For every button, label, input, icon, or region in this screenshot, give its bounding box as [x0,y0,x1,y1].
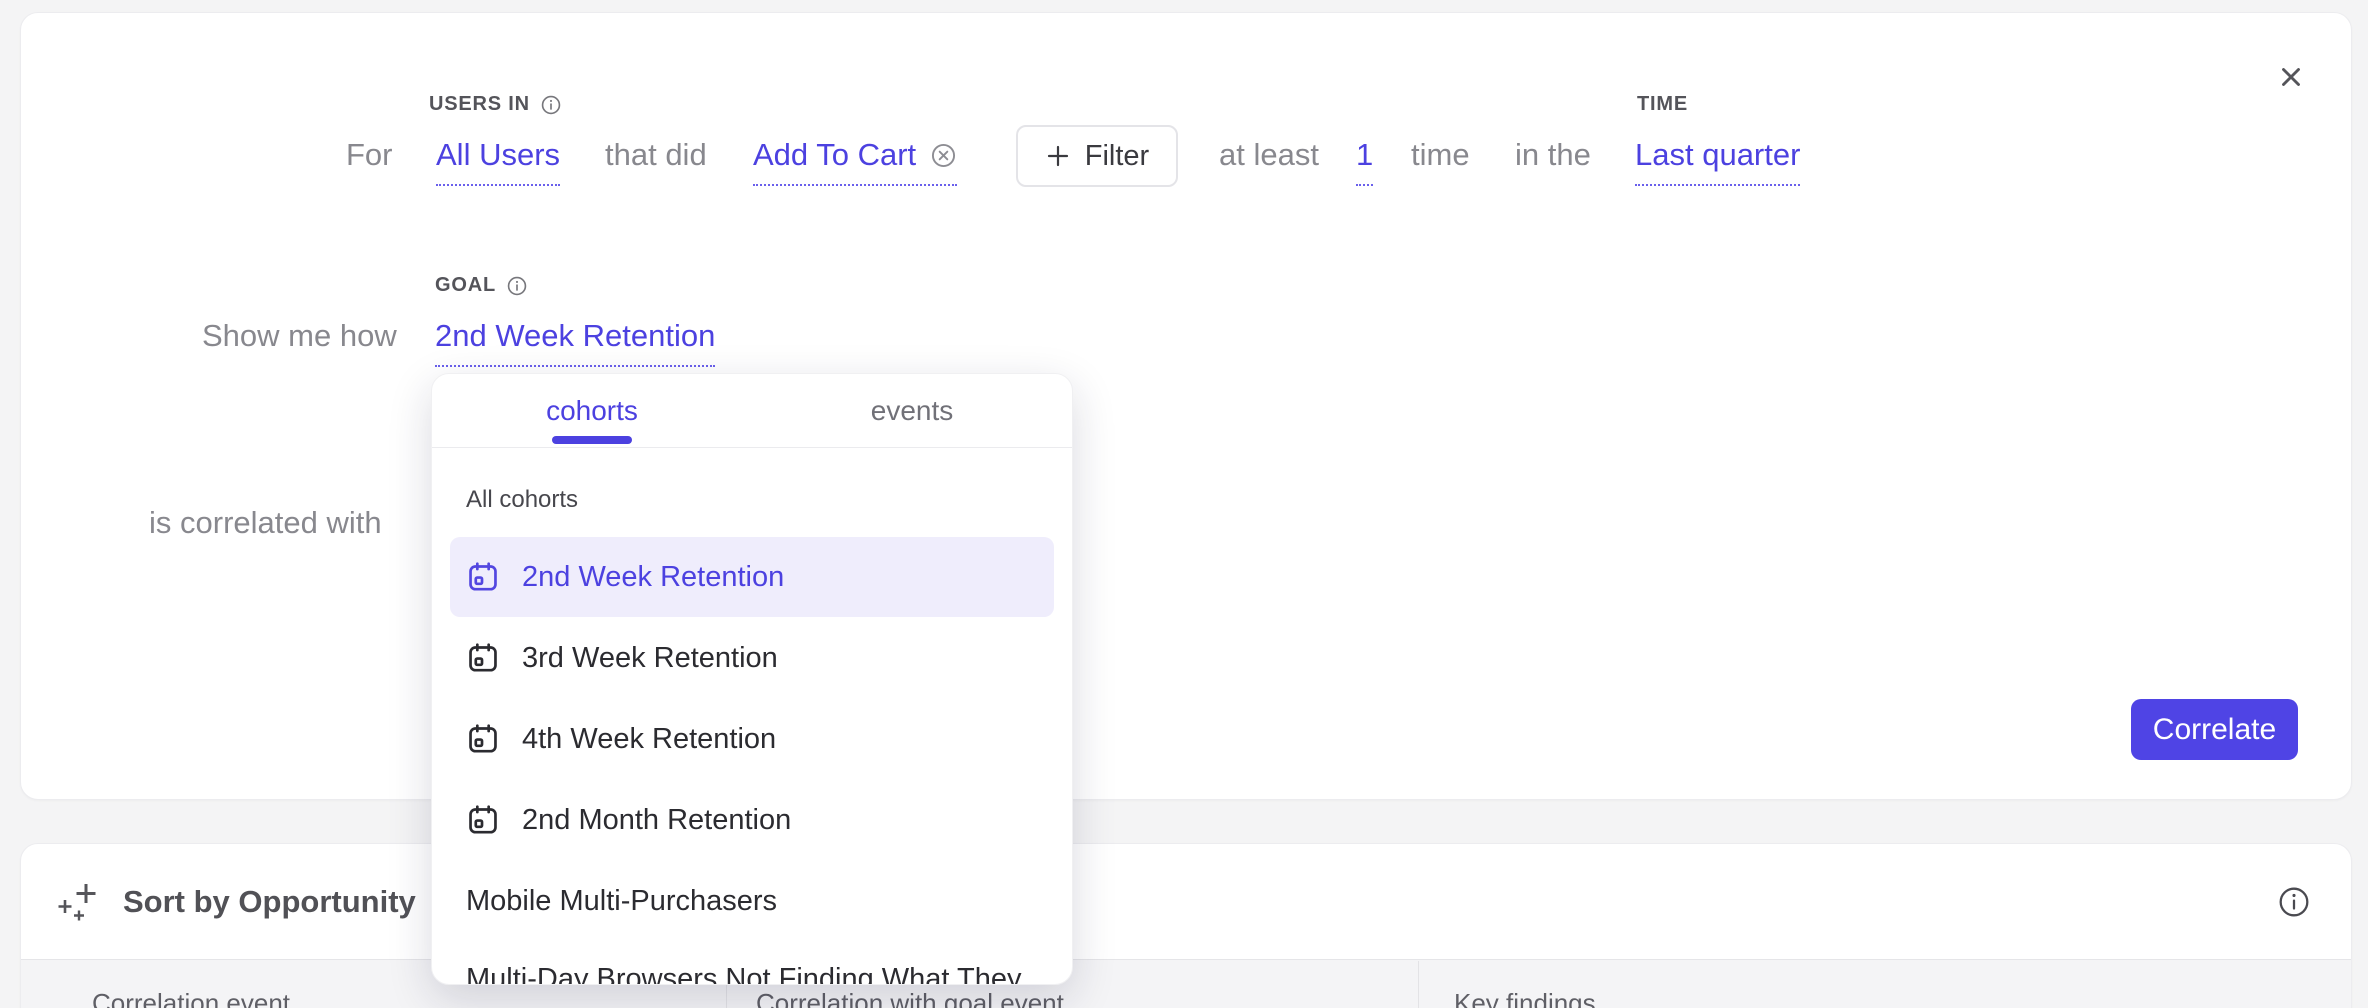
close-icon [2276,62,2306,92]
info-icon [2277,885,2311,919]
column-header-key-findings: Key findings [1454,988,1596,1008]
remove-event-icon[interactable] [930,142,957,169]
calendar-icon [466,803,500,837]
add-filter-button[interactable]: Filter [1016,125,1178,187]
column-divider [1418,961,1419,1008]
column-header-correlation-with-goal: Correlation with goal event [756,988,1064,1008]
event-value[interactable]: Add To Cart [753,135,916,175]
list-item-cohort[interactable]: 2nd Month Retention [450,780,1054,860]
calendar-icon [466,641,500,675]
list-item-cohort[interactable]: 4th Week Retention [450,699,1054,779]
dropdown-section-label: All cohorts [466,486,578,514]
time-range-value[interactable]: Last quarter [1635,135,1800,186]
calendar-icon [466,560,500,594]
list-item-label: Mobile Multi-Purchasers [466,885,777,918]
users-in-label: USERS IN [429,93,530,116]
sparkle-icon [55,877,105,927]
that-did-label: that did [605,135,707,175]
active-tab-indicator [552,436,632,444]
goal-value[interactable]: 2nd Week Retention [435,316,715,367]
correlation-analysis-screen: USERS IN For All Users that did Add To C… [0,0,2368,1008]
info-icon[interactable] [506,275,528,297]
list-item-cohort[interactable]: 3rd Week Retention [450,618,1054,698]
list-item-label: 3rd Week Retention [522,642,778,675]
count-value[interactable]: 1 [1356,135,1373,186]
in-the-label: in the [1515,135,1591,175]
time-label: TIME [1637,93,1688,116]
at-least-label: at least [1219,135,1319,175]
list-item-label: 2nd Week Retention [522,561,784,594]
tab-events[interactable]: events [752,374,1072,447]
plus-icon [1045,143,1071,169]
list-item-label: Multi-Day Browsers Not Finding What They [466,963,1021,986]
users-in-label-group: USERS IN [429,93,562,116]
calendar-icon [466,722,500,756]
query-builder-card: USERS IN For All Users that did Add To C… [20,12,2352,800]
event-picker[interactable]: Add To Cart [753,135,957,186]
results-table-header: Correlation event Correlation with goal … [21,959,2351,1008]
correlated-prefix-label: is correlated with [149,503,382,543]
results-info-button[interactable] [2276,884,2312,920]
list-item-label: 4th Week Retention [522,723,776,756]
goal-label-group: GOAL [435,274,528,297]
time-unit-label: time [1411,135,1470,175]
info-icon[interactable] [540,94,562,116]
for-label: For [346,135,393,175]
users-in-value[interactable]: All Users [436,135,560,186]
results-card: Sort by Opportunity Correlation event Co… [20,843,2352,1008]
close-button[interactable] [2274,60,2308,94]
list-item-cohort[interactable]: Mobile Multi-Purchasers [450,861,1054,941]
list-item-label: 2nd Month Retention [522,804,791,837]
sort-by-opportunity-label: Sort by Opportunity [123,884,416,920]
list-item-cohort[interactable]: 2nd Week Retention [450,537,1054,617]
filter-button-label: Filter [1085,140,1149,173]
goal-prefix-label: Show me how [202,316,397,356]
goal-label: GOAL [435,274,496,297]
list-item-cohort[interactable]: Multi-Day Browsers Not Finding What They [450,939,1054,985]
dropdown-tabs: cohorts events [432,374,1072,448]
sort-by-opportunity-control[interactable]: Sort by Opportunity [55,877,416,927]
column-header-correlation-event: Correlation event [92,988,290,1008]
correlate-button[interactable]: Correlate [2131,699,2298,760]
goal-dropdown: cohorts events All cohorts 2nd Week Rete… [431,373,1073,985]
